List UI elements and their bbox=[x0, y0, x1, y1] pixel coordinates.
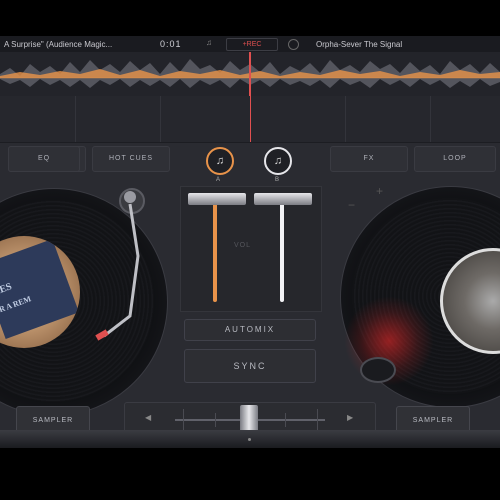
cue-button[interactable] bbox=[360, 357, 396, 383]
music-note-icon: ♫ bbox=[215, 155, 225, 167]
volume-fader-b-track[interactable] bbox=[280, 198, 284, 302]
crossfader-left-arrow-icon[interactable]: ◀ bbox=[145, 413, 151, 422]
automix-button[interactable]: AUTOMIX bbox=[184, 319, 316, 341]
crossfader-tick bbox=[285, 413, 286, 427]
right-track-title[interactable]: Orpha-Sever The Signal bbox=[316, 40, 402, 49]
volume-fader-b-handle[interactable] bbox=[254, 193, 312, 205]
playhead-marker bbox=[249, 52, 251, 96]
tonearm[interactable] bbox=[90, 196, 150, 346]
pitch-minus-icon[interactable]: − bbox=[348, 198, 355, 212]
waveform-graphic bbox=[0, 52, 500, 96]
record-button[interactable]: +REC bbox=[226, 38, 278, 51]
beat-grid bbox=[0, 96, 500, 143]
crossfader-right-arrow-icon[interactable]: ▶ bbox=[347, 413, 353, 422]
volume-fader-a-track[interactable] bbox=[213, 198, 217, 302]
headphone-icon[interactable]: ♫ bbox=[206, 38, 216, 48]
pitch-plus-icon[interactable]: + bbox=[376, 184, 383, 198]
deck-a-selector[interactable]: ♫ bbox=[206, 147, 234, 175]
volume-fader-a-handle[interactable] bbox=[188, 193, 246, 205]
crossfader-tick bbox=[215, 413, 216, 427]
deck-a-label: A bbox=[215, 177, 220, 183]
eq-button[interactable]: EQ bbox=[8, 146, 80, 172]
crossfader-tick bbox=[317, 409, 318, 431]
vol-label: VOL bbox=[234, 242, 252, 249]
fx-button[interactable]: FX bbox=[330, 146, 408, 172]
device-sensor bbox=[248, 438, 251, 441]
dj-app-screen: A Surprise" (Audience Magic... 0:01 ♫ +R… bbox=[0, 36, 500, 436]
deck-b-label: B bbox=[274, 177, 279, 183]
settings-icon[interactable] bbox=[288, 39, 299, 50]
tablet-device: A Surprise" (Audience Magic... 0:01 ♫ +R… bbox=[0, 36, 500, 448]
loop-button[interactable]: LOOP bbox=[414, 146, 496, 172]
crossfader-tick bbox=[183, 409, 184, 431]
deck-b-selector[interactable]: ♫ bbox=[264, 147, 292, 175]
hot-cues-button[interactable]: HOT CUES bbox=[92, 146, 170, 172]
header-bar: A Surprise" (Audience Magic... 0:01 ♫ +R… bbox=[0, 36, 500, 52]
music-note-icon: ♫ bbox=[273, 155, 283, 167]
waveform-display[interactable] bbox=[0, 52, 500, 96]
left-track-time: 0:01 bbox=[160, 39, 182, 49]
left-track-title[interactable]: A Surprise" (Audience Magic... bbox=[4, 40, 112, 49]
sync-button[interactable]: SYNC bbox=[184, 349, 316, 383]
